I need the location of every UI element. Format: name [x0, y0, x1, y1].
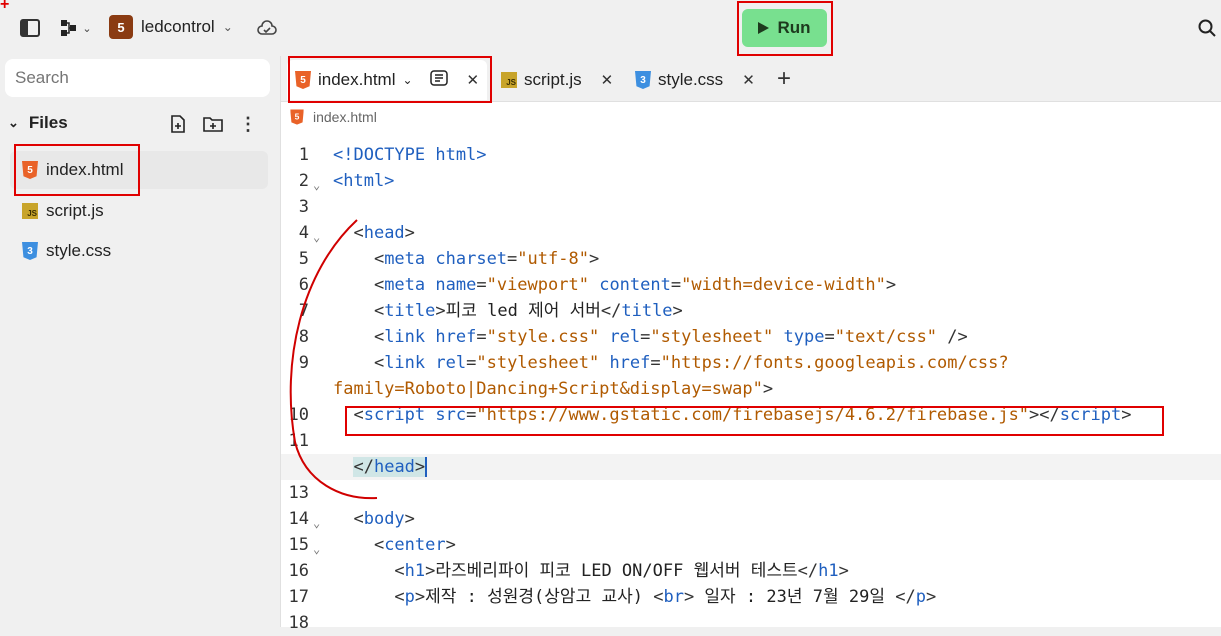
- file-name: index.html: [46, 160, 124, 179]
- file-sidebar: ⌄ Files ⋮ 5 index.html JS script.js 3 st…: [0, 56, 280, 627]
- code-text: "stylesheet": [650, 327, 774, 347]
- repl-name-label: ledcontrol: [141, 17, 215, 36]
- file-name: script.js: [46, 201, 104, 220]
- chevron-down-icon: ⌄: [82, 22, 92, 35]
- code-text: 라즈베리파이 피코 LED ON/OFF 웹서버 테스트: [435, 561, 798, 581]
- html-file-icon: 5: [295, 71, 311, 89]
- breadcrumb: 5 index.html: [289, 108, 377, 126]
- chevron-down-icon[interactable]: ⌄: [402, 73, 412, 87]
- code-text: "viewport": [486, 275, 589, 295]
- tab-style-css[interactable]: 3 style.css ✕: [635, 60, 755, 100]
- code-line-active[interactable]: </head>: [281, 454, 1221, 480]
- file-item-style-css[interactable]: 3 style.css: [10, 232, 268, 270]
- code-text: 일자 : 23년 7월 29일: [694, 587, 896, 607]
- line-number: 18: [288, 613, 309, 633]
- code-line[interactable]: [281, 428, 1221, 454]
- js-file-icon: JS: [22, 203, 38, 219]
- code-text: "stylesheet": [476, 353, 600, 373]
- css-file-icon: 3: [635, 71, 651, 89]
- code-line[interactable]: <head>: [281, 220, 1221, 246]
- annotation-plus-mark: +: [0, 0, 10, 13]
- css-file-icon: 3: [22, 242, 38, 260]
- tab-label: index.html: [318, 70, 396, 89]
- new-folder-icon[interactable]: [202, 113, 224, 135]
- play-icon: [758, 22, 770, 34]
- file-item-index-html[interactable]: 5 index.html: [10, 151, 268, 189]
- chevron-down-icon: ⌄: [222, 20, 233, 34]
- close-tab-icon[interactable]: ✕: [742, 71, 755, 89]
- code-line[interactable]: <!DOCTYPE html>: [281, 142, 1221, 168]
- code-line[interactable]: <body>: [281, 506, 1221, 532]
- tab-bar: 5 index.html ⌄ ✕ JS script.js ✕ 3 style.…: [281, 56, 1221, 103]
- code-line[interactable]: <title>피코 led 제어 서버</title>: [281, 298, 1221, 324]
- project-tree-icon[interactable]: ⌄: [56, 16, 96, 40]
- chevron-down-icon: ⌄: [8, 115, 19, 130]
- code-text: 제작 : 성원경(상암고 교사): [425, 587, 654, 607]
- code-line[interactable]: <center>: [281, 532, 1221, 558]
- run-button[interactable]: Run: [742, 9, 827, 47]
- tab-label: style.css: [658, 70, 724, 89]
- cloud-sync-icon[interactable]: [256, 17, 278, 39]
- code-text: "https://fonts.googleapis.com/css?: [660, 353, 1009, 373]
- more-options-icon[interactable]: ⋮: [238, 113, 258, 135]
- tab-script-js[interactable]: JS script.js ✕: [501, 60, 613, 100]
- annotation-bracket-mark: [289, 219, 378, 500]
- files-title: Files: [28, 113, 68, 132]
- sidebar-toggle-icon[interactable]: [18, 16, 42, 40]
- html-file-icon: 5: [290, 109, 304, 125]
- breadcrumb-label: index.html: [313, 109, 377, 125]
- code-line[interactable]: <p>제작 : 성원경(상암고 교사) <br> 일자 : 23년 7월 29일…: [281, 584, 1221, 610]
- repl-title[interactable]: 5 ledcontrol ⌄: [109, 15, 233, 39]
- file-name: style.css: [46, 241, 112, 260]
- new-file-icon[interactable]: [168, 113, 188, 135]
- file-item-script-js[interactable]: JS script.js: [10, 192, 268, 230]
- html-file-icon: 5: [22, 161, 38, 179]
- tab-label: script.js: [524, 70, 582, 89]
- code-line[interactable]: <meta name="viewport" content="width=dev…: [281, 272, 1221, 298]
- files-header[interactable]: ⌄ Files: [8, 111, 270, 135]
- code-line[interactable]: [281, 480, 1221, 506]
- code-area[interactable]: 12⌄34⌄567891011121314⌄15⌄161718 <!DOCTYP…: [281, 142, 1221, 633]
- code-line[interactable]: <link rel="stylesheet" href="https://fon…: [281, 350, 1221, 376]
- tab-index-html[interactable]: 5 index.html ⌄ ✕: [287, 60, 488, 100]
- code-text: "https://www.gstatic.com/firebasejs/4.6.…: [476, 405, 1030, 425]
- code-line[interactable]: <link href="style.css" rel="stylesheet" …: [281, 324, 1221, 350]
- top-bar: ⌄ 5 ledcontrol ⌄ Run +: [0, 0, 1221, 56]
- close-tab-icon[interactable]: ✕: [467, 71, 480, 89]
- code-line[interactable]: [281, 194, 1221, 220]
- code-text: 피코 led 제어 서버: [445, 301, 601, 321]
- code-line-wrap[interactable]: family=Roboto|Dancing+Script&display=swa…: [281, 376, 1221, 402]
- search-input[interactable]: [5, 59, 270, 97]
- js-file-icon: JS: [501, 72, 517, 88]
- code-line[interactable]: <html>: [281, 168, 1221, 194]
- code-line[interactable]: <meta charset="utf-8">: [281, 246, 1221, 272]
- code-text: "text/css": [834, 327, 938, 347]
- html5-logo-icon: 5: [109, 15, 133, 39]
- code-editor: 5 index.html ⌄ ✕ JS script.js ✕ 3 style.…: [280, 56, 1221, 633]
- code-text: "style.css": [486, 327, 600, 347]
- code-line[interactable]: <script src="https://www.gstatic.com/fir…: [281, 402, 1221, 428]
- text-cursor: [425, 457, 428, 477]
- code-line[interactable]: <h1>라즈베리파이 피코 LED ON/OFF 웹서버 테스트</h1>: [281, 558, 1221, 584]
- code-text: "width=device-width": [681, 275, 886, 295]
- add-tab-icon[interactable]: +: [773, 65, 795, 92]
- close-tab-icon[interactable]: ✕: [601, 71, 614, 89]
- outline-icon[interactable]: [429, 69, 448, 91]
- run-label: Run: [777, 18, 811, 37]
- search-icon[interactable]: [1195, 16, 1219, 40]
- code-text: "utf-8": [517, 249, 589, 269]
